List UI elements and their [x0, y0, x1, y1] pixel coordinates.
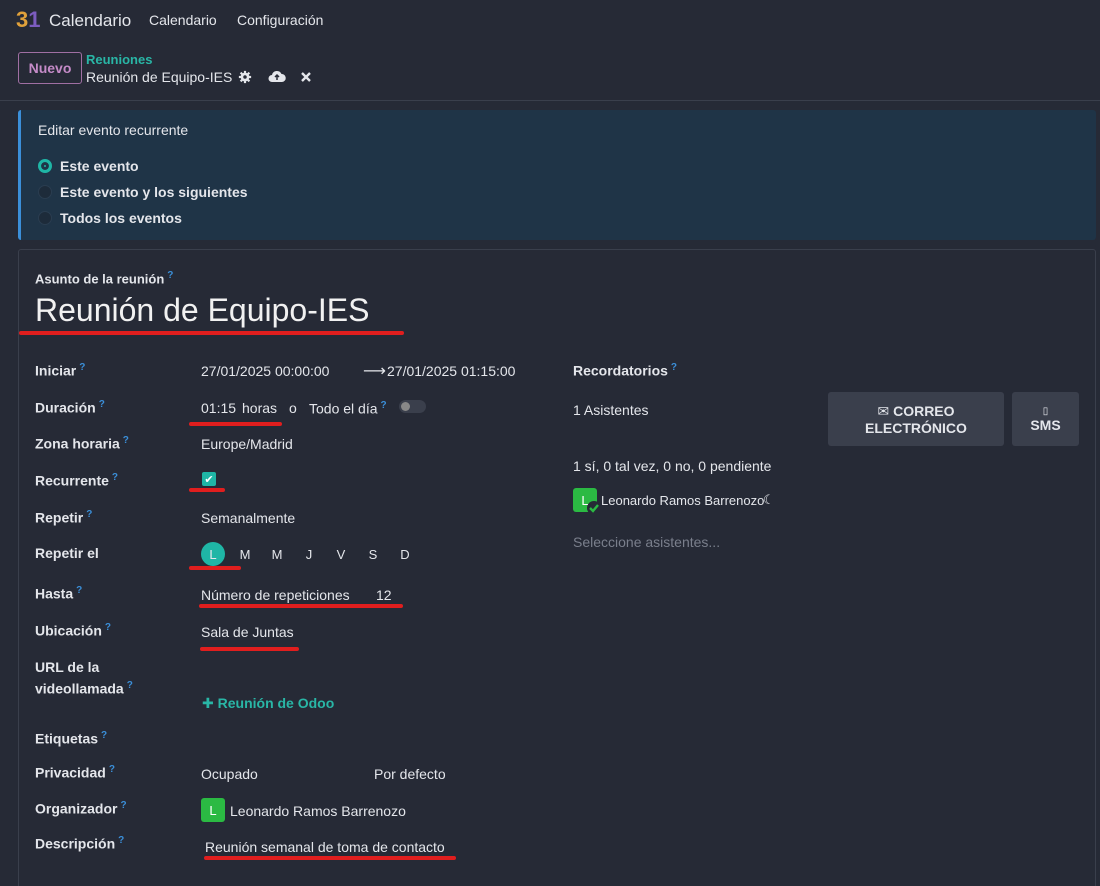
recurrence-edit-panel: Editar evento recurrente Este evento Est…: [18, 110, 1096, 240]
recurrent-label: Recurrente?: [35, 472, 119, 489]
gear-icon[interactable]: [238, 70, 252, 84]
until-count-input[interactable]: 12: [376, 587, 392, 603]
mobile-icon: ▯: [1042, 405, 1049, 417]
breadcrumb-current-label: Reunión de Equipo-IES: [86, 69, 233, 85]
repeat-select[interactable]: Semanalmente: [201, 510, 295, 526]
attendee-select-input[interactable]: Seleccione asistentes...: [573, 534, 720, 550]
annotation-underline: [19, 331, 404, 335]
breadcrumb-parent[interactable]: Reuniones: [86, 52, 152, 67]
odoo-meeting-link[interactable]: ✚ Reunión de Odoo: [202, 695, 334, 712]
allday-toggle[interactable]: [399, 400, 426, 413]
recurrence-edit-title: Editar evento recurrente: [38, 122, 189, 138]
annotation-underline: [200, 647, 299, 651]
radio-this-event[interactable]: Este evento: [38, 158, 139, 174]
annotation-underline: [189, 422, 282, 426]
app-title[interactable]: Calendario: [49, 11, 131, 31]
calendar-app-icon[interactable]: 31: [16, 7, 41, 33]
day-sunday[interactable]: D: [393, 542, 417, 566]
help-icon: ?: [167, 270, 174, 281]
or-text: o: [289, 400, 297, 416]
radio-following-events[interactable]: Este evento y los siguientes: [38, 184, 248, 200]
radio-checked-icon[interactable]: [38, 159, 52, 173]
email-button-line1: ✉ CORREO: [877, 402, 955, 419]
attendee-name[interactable]: Leonardo Ramos Barrenozo: [601, 493, 764, 508]
annotation-underline: [199, 604, 403, 608]
tags-label: Etiquetas?: [35, 730, 108, 747]
organizer-label: Organizador?: [35, 800, 127, 817]
radio-unchecked-icon[interactable]: [38, 211, 52, 225]
email-button-line2: ELECTRÓNICO: [865, 419, 967, 436]
annotation-underline: [189, 566, 241, 570]
reminders-label: Recordatorios?: [573, 362, 678, 379]
show-as-select[interactable]: Ocupado: [201, 766, 258, 782]
sms-button[interactable]: ▯ SMS: [1012, 392, 1079, 446]
day-friday[interactable]: V: [329, 542, 353, 566]
top-navbar: 31 Calendario Calendario Configuración: [0, 0, 1100, 40]
duration-label: Duración?: [35, 399, 105, 416]
header-divider: [0, 100, 1100, 101]
timezone-select[interactable]: Europe/Madrid: [201, 436, 293, 452]
description-input[interactable]: Reunión semanal de toma de contacto: [205, 839, 445, 855]
privacy-label: Privacidad?: [35, 764, 115, 781]
day-monday[interactable]: L: [201, 542, 225, 566]
plus-icon: ✚: [202, 695, 218, 711]
start-label: Iniciar?: [35, 362, 86, 379]
day-saturday[interactable]: S: [361, 542, 385, 566]
until-type-select[interactable]: Número de repeticiones: [201, 587, 350, 603]
videocall-label-line1: URL de la: [35, 659, 100, 675]
allday-label: Todo el día?: [309, 400, 387, 417]
menu-calendar[interactable]: Calendario: [149, 12, 217, 28]
repeat-on-label: Repetir el: [35, 545, 99, 561]
subject-label: Asunto de la reunión?: [35, 270, 174, 287]
radio-label: Este evento: [60, 158, 139, 174]
duration-unit: horas: [242, 400, 278, 416]
envelope-icon: ✉: [877, 402, 894, 419]
duration-input[interactable]: 01:15: [201, 400, 236, 416]
discard-icon[interactable]: [300, 70, 312, 84]
privacy-select[interactable]: Por defecto: [374, 766, 446, 782]
breadcrumb-current: Reunión de Equipo-IES: [86, 69, 312, 85]
attendees-count: 1 Asistentes: [573, 402, 649, 418]
repeat-label: Repetir?: [35, 509, 93, 526]
subject-input[interactable]: Reunión de Equipo-IES: [35, 292, 369, 329]
day-tuesday[interactable]: M: [233, 542, 257, 566]
annotation-underline: [204, 856, 456, 860]
new-button[interactable]: Nuevo: [18, 52, 82, 84]
radio-label: Todos los eventos: [60, 210, 182, 226]
arrow-right-icon: ⟶: [363, 363, 386, 380]
radio-all-events[interactable]: Todos los eventos: [38, 210, 182, 226]
day-thursday[interactable]: J: [297, 542, 321, 566]
event-form-card: Asunto de la reunión? Reunión de Equipo-…: [18, 249, 1096, 886]
sms-button-label: SMS: [1030, 416, 1061, 433]
recurrent-checkbox[interactable]: ✔: [202, 472, 216, 486]
videocall-label-line2: videollamada?: [35, 680, 133, 697]
menu-configuration[interactable]: Configuración: [237, 12, 323, 28]
start-datetime-input[interactable]: 27/01/2025 00:00:00: [201, 363, 329, 379]
cloud-save-icon[interactable]: [268, 70, 287, 84]
location-input[interactable]: Sala de Juntas: [201, 624, 294, 640]
attendance-summary: 1 sí, 0 tal vez, 0 no, 0 pendiente: [573, 458, 772, 474]
moon-icon: ☾: [763, 492, 775, 507]
timezone-label: Zona horaria?: [35, 435, 129, 452]
organizer-select[interactable]: Leonardo Ramos Barrenozo: [230, 803, 406, 819]
description-label: Descripción?: [35, 835, 125, 852]
email-button[interactable]: ✉ CORREO ELECTRÓNICO: [828, 392, 1004, 446]
radio-label: Este evento y los siguientes: [60, 184, 248, 200]
radio-unchecked-icon[interactable]: [38, 185, 52, 199]
accepted-check-icon: [587, 501, 601, 515]
day-wednesday[interactable]: M: [265, 542, 289, 566]
organizer-avatar: L: [201, 798, 225, 822]
end-datetime-input[interactable]: 27/01/2025 01:15:00: [387, 363, 515, 379]
location-label: Ubicación?: [35, 622, 112, 639]
until-label: Hasta?: [35, 585, 83, 602]
annotation-underline: [189, 488, 225, 492]
